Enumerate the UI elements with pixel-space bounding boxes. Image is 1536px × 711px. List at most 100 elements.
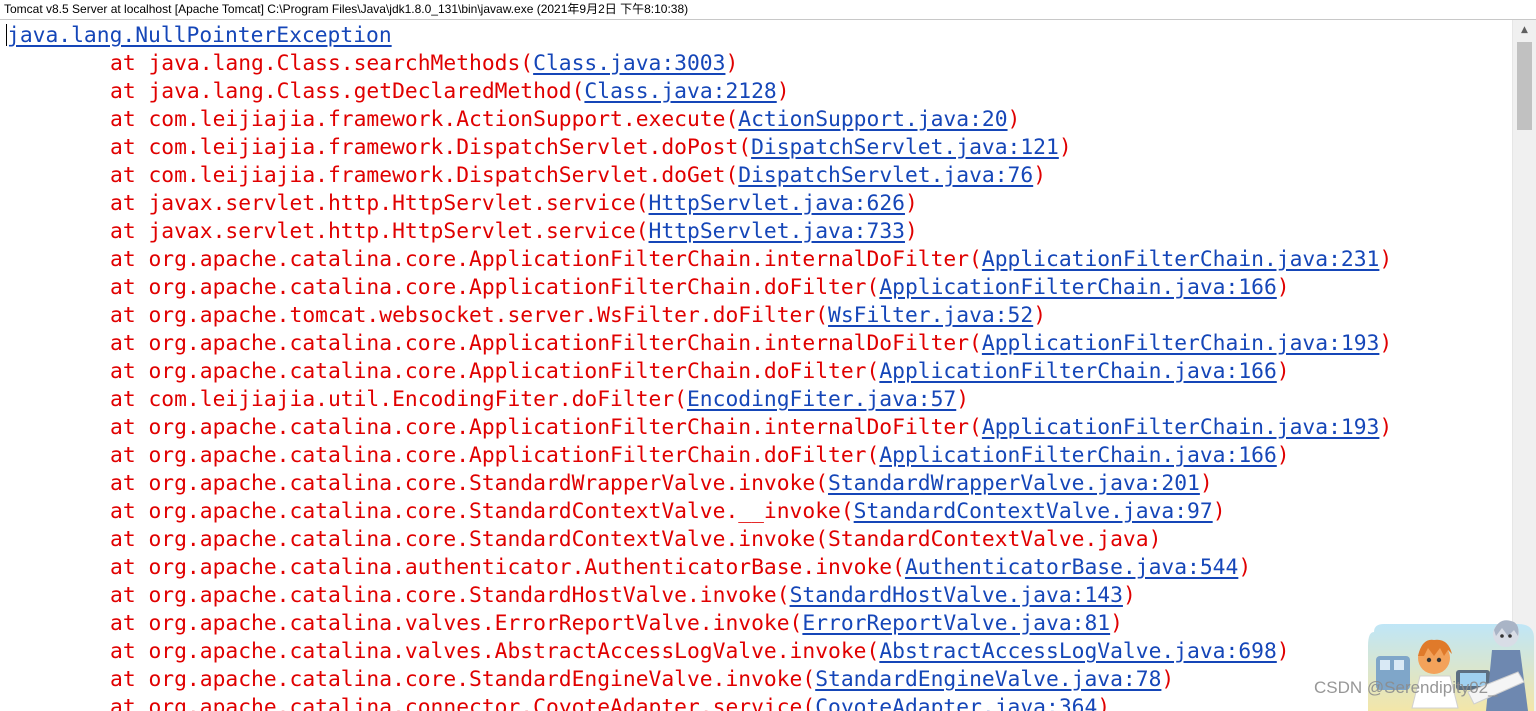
stack-frame-method: at org.apache.catalina.authenticator.Aut… <box>110 555 905 580</box>
stack-frame-line: at com.leijiajia.framework.ActionSupport… <box>110 106 1020 134</box>
stack-frame-line: at org.apache.catalina.core.ApplicationF… <box>110 274 1290 302</box>
stack-frame-method: at org.apache.catalina.core.StandardEngi… <box>110 667 816 692</box>
stack-frame-line: at org.apache.catalina.valves.AbstractAc… <box>110 638 1290 666</box>
stack-frame-close-paren: ) <box>1148 527 1162 552</box>
stack-frame-close-paren: ) <box>1033 163 1047 188</box>
scrollbar-thumb[interactable] <box>1517 42 1532 130</box>
stack-frame-line: at org.apache.catalina.core.StandardCont… <box>110 526 1161 554</box>
stack-frame-close-paren: ) <box>1033 303 1047 328</box>
stack-frame-close-paren: ) <box>725 51 739 76</box>
stack-frame-line: at com.leijiajia.util.EncodingFiter.doFi… <box>110 386 969 414</box>
stack-frame-line: at org.apache.catalina.core.ApplicationF… <box>110 330 1392 358</box>
stack-frame-line: at org.apache.catalina.core.ApplicationF… <box>110 414 1392 442</box>
stack-frame-line: at org.apache.catalina.core.ApplicationF… <box>110 442 1290 470</box>
stack-frame-line: at org.apache.catalina.valves.ErrorRepor… <box>110 610 1123 638</box>
source-location-link[interactable]: StandardWrapperValve.java:201 <box>828 471 1200 496</box>
stack-frame-method: at org.apache.catalina.core.ApplicationF… <box>110 275 880 300</box>
stack-frame-close-paren: ) <box>904 219 918 244</box>
stack-frame-close-paren: ) <box>1379 331 1393 356</box>
stack-frame-close-paren: ) <box>1276 443 1290 468</box>
source-location-link[interactable]: ApplicationFilterChain.java:193 <box>982 331 1379 356</box>
stack-frame-line: at org.apache.tomcat.websocket.server.Ws… <box>110 302 1046 330</box>
source-location-link[interactable]: HttpServlet.java:733 <box>649 219 905 244</box>
csdn-watermark: CSDN @Serendipity02_ <box>1314 678 1498 697</box>
source-location-link[interactable]: ApplicationFilterChain.java:166 <box>879 443 1276 468</box>
stack-frame-close-paren: ) <box>1212 499 1226 524</box>
stack-frame-close-paren: ) <box>1161 667 1175 692</box>
source-location-link[interactable]: AbstractAccessLogValve.java:698 <box>879 639 1276 664</box>
stack-frame-method: at org.apache.catalina.core.ApplicationF… <box>110 443 880 468</box>
stack-frame-close-paren: ) <box>956 387 970 412</box>
stack-frame-close-paren: ) <box>1276 359 1290 384</box>
stack-frame-method: at java.lang.Class.getDeclaredMethod( <box>110 79 585 104</box>
source-location-link[interactable]: ApplicationFilterChain.java:193 <box>982 415 1379 440</box>
source-location-link[interactable]: DispatchServlet.java:76 <box>738 163 1033 188</box>
stack-frame-line: at com.leijiajia.framework.DispatchServl… <box>110 134 1072 162</box>
stack-frame-close-paren: ) <box>1276 275 1290 300</box>
stack-frame-method: at java.lang.Class.searchMethods( <box>110 51 534 76</box>
vertical-scrollbar[interactable]: ▲ <box>1512 20 1536 711</box>
stack-frame-close-paren: ) <box>1199 471 1213 496</box>
console-window: Tomcat v8.5 Server at localhost [Apache … <box>0 0 1536 711</box>
stack-frame-close-paren: ) <box>1058 135 1072 160</box>
source-location-link[interactable]: ActionSupport.java:20 <box>738 107 1007 132</box>
stack-frame-line: at javax.servlet.http.HttpServlet.servic… <box>110 218 918 246</box>
stack-frame-method: at org.apache.catalina.core.StandardHost… <box>110 583 790 608</box>
stack-frame-method: at org.apache.catalina.core.ApplicationF… <box>110 247 982 272</box>
source-location-link[interactable]: DispatchServlet.java:121 <box>751 135 1059 160</box>
stack-frame-method: at org.apache.tomcat.websocket.server.Ws… <box>110 303 829 328</box>
stack-frame-method: at com.leijiajia.framework.DispatchServl… <box>110 163 739 188</box>
stack-frame-method: at org.apache.catalina.core.StandardCont… <box>110 527 829 552</box>
stack-frame-close-paren: ) <box>1276 639 1290 664</box>
stack-frame-close-paren: ) <box>1379 415 1393 440</box>
stack-frame-method: at com.leijiajia.util.EncodingFiter.doFi… <box>110 387 687 412</box>
stack-frame-close-paren: ) <box>1238 555 1252 580</box>
stack-frame-line: at java.lang.Class.searchMethods(Class.j… <box>110 50 738 78</box>
source-location-link[interactable]: ErrorReportValve.java:81 <box>802 611 1110 636</box>
stack-frame-line: at org.apache.catalina.core.StandardEngi… <box>110 666 1174 694</box>
stack-frame-line: at org.apache.catalina.authenticator.Aut… <box>110 554 1251 582</box>
source-location-link[interactable]: StandardEngineValve.java:78 <box>815 667 1161 692</box>
stack-frame-line: at com.leijiajia.framework.DispatchServl… <box>110 162 1046 190</box>
stack-frame-method: at org.apache.catalina.core.ApplicationF… <box>110 331 982 356</box>
source-location-link[interactable]: HttpServlet.java:626 <box>649 191 905 216</box>
stack-frame-close-paren: ) <box>1097 695 1111 711</box>
exception-line: java.lang.NullPointerException <box>6 22 392 50</box>
stack-frame-line: at org.apache.catalina.connector.CoyoteA… <box>110 694 1110 711</box>
stack-frame-method: at com.leijiajia.framework.ActionSupport… <box>110 107 739 132</box>
source-location-link[interactable]: Class.java:2128 <box>584 79 776 104</box>
stack-frame-line: at javax.servlet.http.HttpServlet.servic… <box>110 190 918 218</box>
source-location-link[interactable]: AuthenticatorBase.java:544 <box>905 555 1238 580</box>
stack-frame-method: at org.apache.catalina.valves.AbstractAc… <box>110 639 880 664</box>
stack-frame-line: at org.apache.catalina.core.StandardHost… <box>110 582 1136 610</box>
stack-frame-line: at org.apache.catalina.core.StandardCont… <box>110 498 1226 526</box>
source-location-link[interactable]: WsFilter.java:52 <box>828 303 1033 328</box>
source-location-link[interactable]: ApplicationFilterChain.java:166 <box>879 275 1276 300</box>
source-location-link[interactable]: ApplicationFilterChain.java:231 <box>982 247 1379 272</box>
exception-link[interactable]: java.lang.NullPointerException <box>7 23 392 48</box>
source-location-link[interactable]: Class.java:3003 <box>533 51 725 76</box>
stack-frame-line: at java.lang.Class.getDeclaredMethod(Cla… <box>110 78 790 106</box>
console-title: Tomcat v8.5 Server at localhost [Apache … <box>4 2 689 16</box>
console-output[interactable]: java.lang.NullPointerException at java.l… <box>0 20 1512 711</box>
source-location-link[interactable]: CoyoteAdapter.java:364 <box>815 695 1097 711</box>
stack-frame-method: at org.apache.catalina.valves.ErrorRepor… <box>110 611 803 636</box>
stack-frame-method: at org.apache.catalina.core.ApplicationF… <box>110 415 982 440</box>
scroll-up-arrow-icon[interactable]: ▲ <box>1513 20 1536 40</box>
stack-frame-line: at org.apache.catalina.core.ApplicationF… <box>110 358 1290 386</box>
stack-frame-line: at org.apache.catalina.core.ApplicationF… <box>110 246 1392 274</box>
source-location-link[interactable]: StandardContextValve.java:97 <box>854 499 1213 524</box>
stack-frame-close-paren: ) <box>1110 611 1123 636</box>
stack-frame-method: at org.apache.catalina.connector.CoyoteA… <box>110 695 816 711</box>
source-location-link[interactable]: StandardHostValve.java:143 <box>790 583 1123 608</box>
source-location-text: StandardContextValve.java <box>828 527 1149 552</box>
stack-frame-method: at org.apache.catalina.core.StandardWrap… <box>110 471 829 496</box>
source-location-link[interactable]: ApplicationFilterChain.java:166 <box>879 359 1276 384</box>
source-location-link[interactable]: EncodingFiter.java:57 <box>687 387 956 412</box>
stack-frame-close-paren: ) <box>776 79 790 104</box>
stack-frame-close-paren: ) <box>1379 247 1393 272</box>
stack-frame-close-paren: ) <box>904 191 918 216</box>
stack-frame-close-paren: ) <box>1122 583 1136 608</box>
console-title-bar: Tomcat v8.5 Server at localhost [Apache … <box>0 0 1536 20</box>
stack-frame-method: at javax.servlet.http.HttpServlet.servic… <box>110 219 649 244</box>
